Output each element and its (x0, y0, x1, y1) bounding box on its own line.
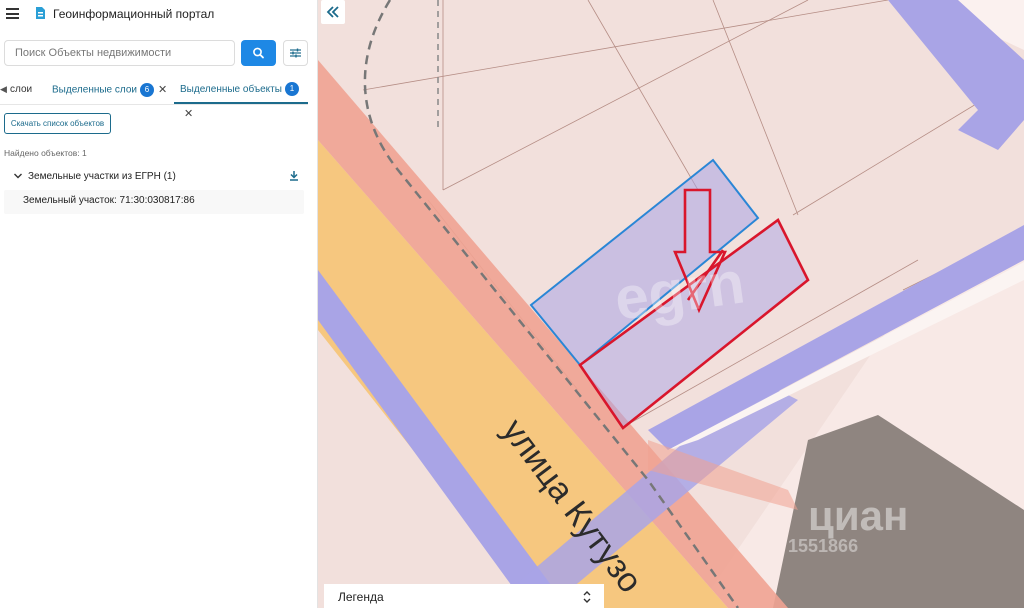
close-icon[interactable]: ✕ (158, 78, 167, 102)
app-title: Геоинформационный портал (53, 7, 215, 21)
tab-bar: ◀ слои Выделенные слои 6 ✕ Выделенные объе… (0, 78, 308, 120)
filter-icon (290, 48, 301, 58)
search-icon (253, 47, 264, 59)
tab-selected-objects[interactable]: Выделенные объекты 1✕ (174, 78, 308, 120)
menu-icon[interactable] (6, 8, 19, 19)
app-header: Геоинформационный портал (0, 0, 318, 28)
result-group-header[interactable]: Земельные участки из ЕГРН (1) (0, 166, 308, 188)
tab-badge: 1 (284, 82, 299, 97)
watermark-id: 1551866 (788, 536, 858, 556)
tab-label: слои (10, 84, 33, 95)
tab-selected-layers[interactable]: Выделенные слои 6 ✕ (52, 78, 167, 104)
sort-icon[interactable] (582, 590, 592, 604)
close-icon[interactable]: ✕ (184, 102, 193, 126)
search-input[interactable] (5, 41, 234, 65)
result-item-text: Земельный участок: 71:30:030817:86 (23, 195, 195, 206)
found-count: Найдено объектов: 1 (4, 148, 87, 158)
result-group-title: Земельные участки из ЕГРН (1) (28, 171, 176, 182)
tab-layers[interactable]: слои (10, 78, 32, 104)
download-icon[interactable] (288, 170, 300, 182)
map-canvas[interactable]: улица Кутузо egrn циан 1551866 (318, 0, 1024, 608)
double-chevron-left-icon (326, 6, 339, 18)
download-list-button[interactable]: Скачать список объектов (4, 113, 111, 134)
legend-bar[interactable]: Легенда (324, 584, 604, 608)
logo-icon (36, 7, 45, 19)
legend-label: Легенда (338, 590, 384, 604)
result-item[interactable]: Земельный участок: 71:30:030817:86 (4, 190, 304, 214)
map-view[interactable]: улица Кутузо egrn циан 1551866 (318, 0, 1024, 608)
tab-label: Выделенные слои (52, 84, 137, 96)
search-box (4, 40, 235, 66)
tab-scroll-left-icon[interactable]: ◀ (0, 84, 7, 95)
tab-label: Выделенные объекты (180, 84, 282, 95)
search-button[interactable] (241, 40, 276, 66)
tab-badge: 6 (140, 83, 154, 97)
chevron-down-icon[interactable] (13, 172, 23, 180)
filter-button[interactable] (283, 40, 308, 66)
watermark-cian: циан (808, 492, 908, 539)
collapse-panel-button[interactable] (321, 0, 345, 24)
side-panel: Геоинформационный портал ◀ слои Выделенн… (0, 0, 318, 608)
